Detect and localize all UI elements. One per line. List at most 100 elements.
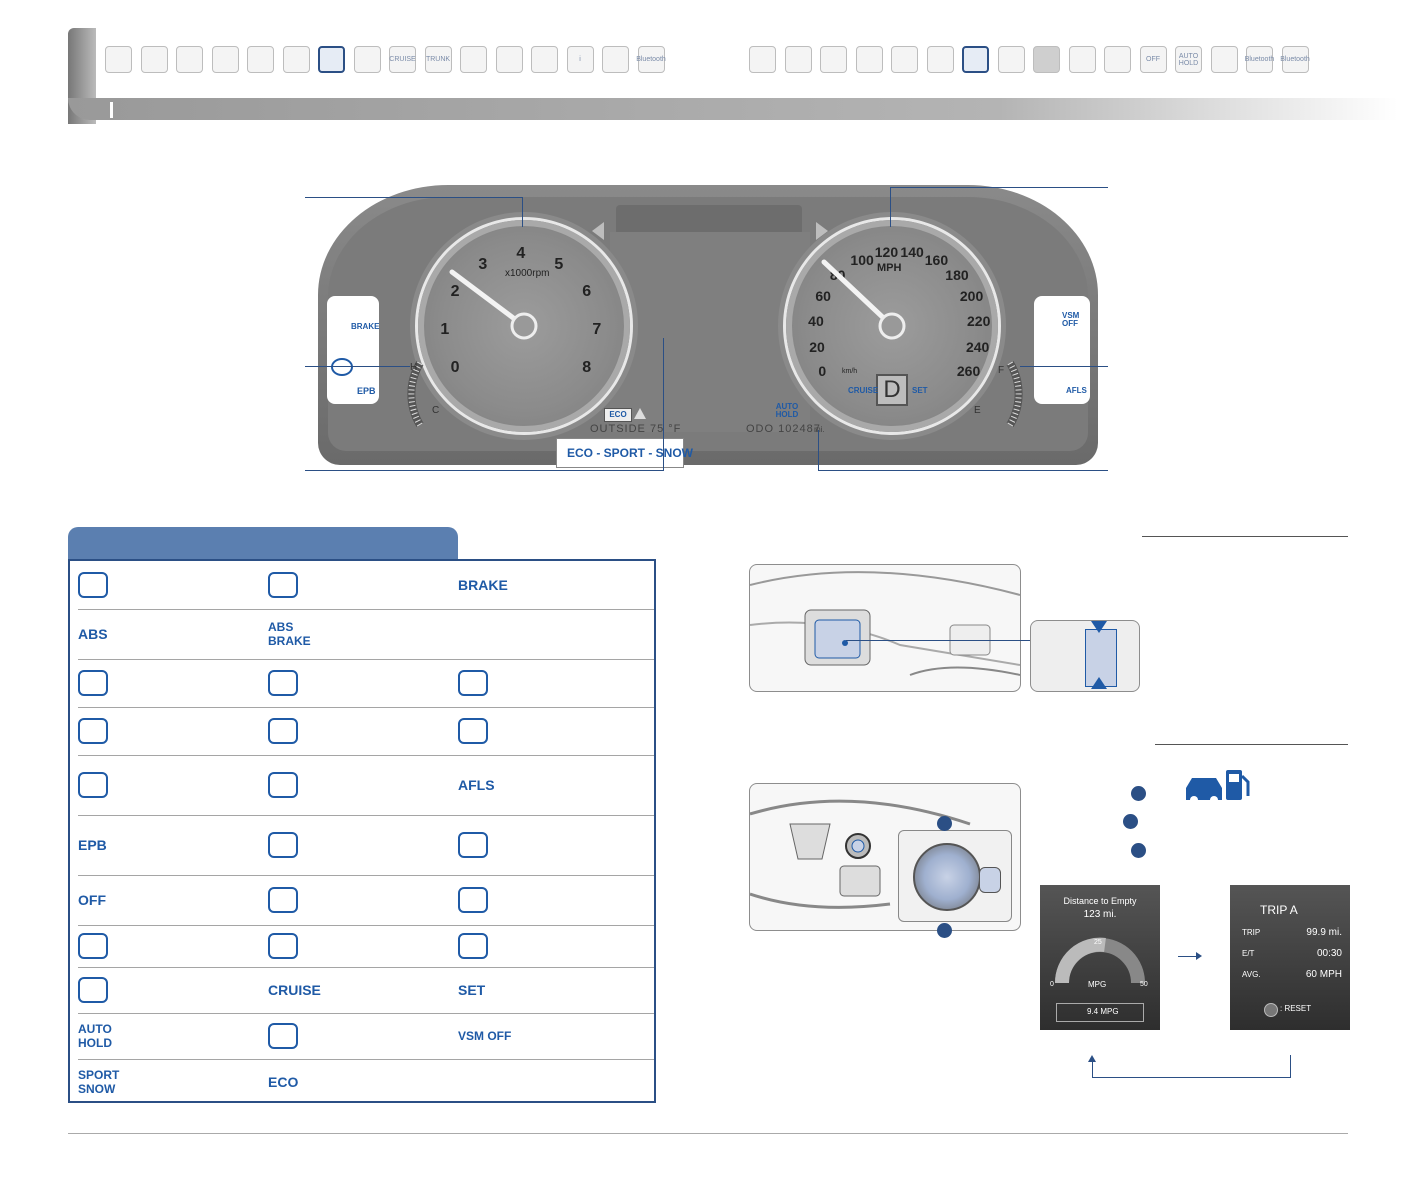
temp-h-label: H [410, 362, 418, 373]
tpms-icon [458, 718, 488, 744]
nav-tab[interactable] [531, 46, 558, 73]
lane-icon [268, 1023, 298, 1049]
legend-cell: SPORT SNOW [78, 1068, 120, 1096]
nav-tab[interactable] [602, 46, 629, 73]
nav-tab[interactable] [353, 46, 381, 73]
section-rule-1 [1142, 536, 1348, 537]
nav-tab[interactable] [962, 46, 989, 73]
eco-badge: ECO [604, 408, 632, 422]
callout-dot-up [937, 816, 952, 831]
nav-tab[interactable]: i [566, 46, 594, 73]
legend-cell: VSM OFF [458, 1029, 512, 1043]
nav-tab[interactable] [1033, 46, 1060, 73]
dte-footer: 9.4 MPG [1087, 1007, 1119, 1016]
dashboard-switch-photo [749, 564, 1021, 692]
afls-label: AFLS [1066, 386, 1087, 395]
nav-tab[interactable] [855, 46, 883, 73]
callout-temp-h [305, 366, 410, 367]
car-fuel-icon [1186, 770, 1250, 804]
nav-tab[interactable] [784, 46, 812, 73]
nav-tab[interactable] [1104, 46, 1131, 73]
nav-tab[interactable] [460, 46, 487, 73]
airbag-icon [78, 572, 108, 598]
nav-tab[interactable] [820, 46, 847, 73]
legend-cell [458, 925, 628, 967]
legend-row: AFLS [78, 755, 654, 816]
reset-button-icon [1264, 1003, 1278, 1017]
trip-row-value: 00:30 [1316, 948, 1342, 959]
abs-icon [331, 358, 353, 376]
nav-tab[interactable]: Bluetooth [1280, 46, 1310, 73]
cluster-top-window [616, 205, 802, 235]
fuel-e-label: E [974, 405, 981, 416]
mpg-gauge-mid: 25 [1094, 939, 1102, 946]
fog-icon [78, 977, 108, 1003]
legend-cell: EPB [78, 837, 107, 853]
nav-tab[interactable] [211, 46, 239, 73]
legend-row: SPORT SNOW ECO [78, 1059, 654, 1105]
legend-row: AUTO HOLD VSM OFF [78, 1013, 654, 1060]
nav-tab[interactable] [1068, 46, 1096, 73]
right-turn-icon [816, 222, 828, 240]
nav-tab[interactable]: Bluetooth [1245, 46, 1274, 73]
nav-tab[interactable] [105, 46, 132, 73]
nav-tab[interactable]: CRUISE [389, 46, 416, 73]
callout-speed-h [890, 187, 1108, 188]
legend-cell [78, 925, 248, 967]
distance-to-empty-screen: Distance to Empty 123 mi. 25 0 50 MPG 9.… [1040, 885, 1160, 1030]
set-indicator: SET [912, 386, 928, 395]
nav-tab[interactable]: AUTO HOLD [1175, 46, 1202, 73]
nav-tab[interactable] [891, 46, 918, 73]
callout-tach-v [522, 197, 523, 227]
nav-tab[interactable]: TRUNK [424, 46, 452, 73]
legend-cell [268, 707, 438, 755]
trip-row-value: 60 MPH [1305, 969, 1342, 980]
legend-row: ABS ABS BRAKE [78, 609, 654, 660]
nav-tab[interactable] [282, 46, 310, 73]
nav-tab[interactable] [247, 46, 274, 73]
callout-dot-down [937, 923, 952, 938]
callout-lcd-v [663, 338, 664, 470]
steering-closeup [898, 830, 1012, 922]
dte-title: Distance to Empty [1063, 896, 1137, 906]
door-icon [78, 772, 108, 798]
nav-tab[interactable] [495, 46, 523, 73]
trip-a-screen: TRIP A TRIP 99.9 mi. E/T 00:30 AVG. 60 MPH : … [1230, 885, 1350, 1030]
legend-cell: CRUISE [268, 982, 321, 998]
screen-arrow-right-head [1196, 952, 1202, 960]
nav-tab[interactable] [926, 46, 954, 73]
legend-cell [78, 561, 248, 609]
legend-cell [78, 967, 248, 1013]
mpg-gauge-min: 0 [1050, 981, 1054, 988]
callout-odo-v [818, 430, 819, 470]
left-warning-panel: BRAKE EPB [327, 296, 379, 404]
nav-tab[interactable] [318, 46, 345, 73]
warning-triangle-icon [634, 408, 646, 419]
legend-cell: ABS BRAKE [268, 620, 311, 648]
legend-cell [78, 707, 248, 755]
gear-indicator: D [876, 374, 908, 406]
loop-arrow-left-leg [1092, 1062, 1093, 1077]
trip-row-value: 99.9 mi. [1306, 927, 1342, 938]
legend-cell [268, 815, 438, 875]
nav-tab[interactable] [176, 46, 203, 73]
nav-tab[interactable] [1210, 46, 1238, 73]
dte-value: 123 mi. [1083, 909, 1117, 920]
nav-tab[interactable] [749, 46, 776, 73]
steering-wheel-dial [913, 843, 981, 911]
nav-tab[interactable] [997, 46, 1025, 73]
legend-cell [78, 755, 248, 815]
esc-icon [458, 832, 488, 858]
legend-cell: OFF [78, 892, 106, 908]
fuel-icon [268, 718, 298, 744]
nav-marker [110, 102, 113, 118]
dte-footer-box: 9.4 MPG [1056, 1003, 1144, 1022]
nav-tab[interactable]: OFF [1139, 46, 1167, 73]
callout-tach-h [305, 197, 523, 198]
callout-speed-v [890, 187, 891, 227]
odometer: ODO 102487 [746, 423, 821, 435]
step-dot-1 [1131, 786, 1146, 801]
section-nav-bar [68, 28, 1398, 124]
nav-tab[interactable]: Bluetooth [636, 46, 666, 73]
nav-tab[interactable] [140, 46, 168, 73]
